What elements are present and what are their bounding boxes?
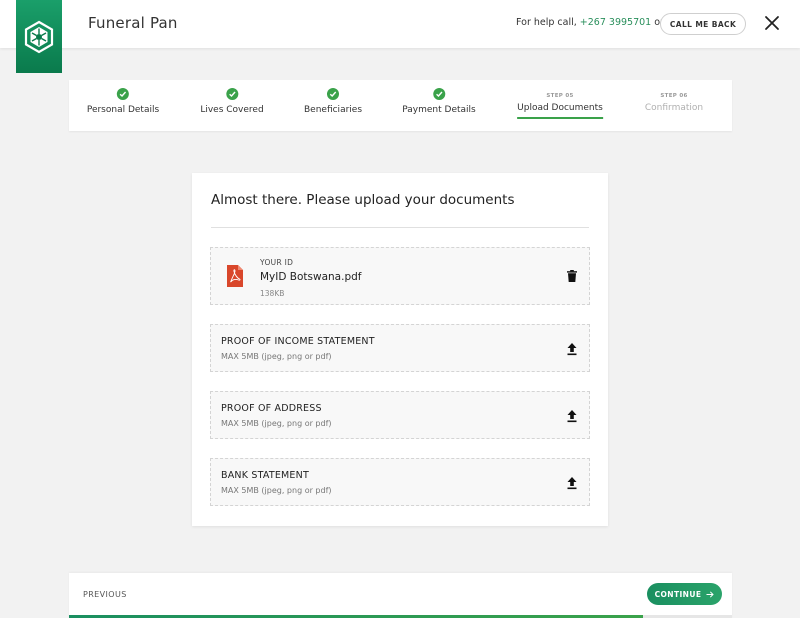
upload-documents-card: Almost there. Please upload your documen… <box>192 173 608 526</box>
step-label: Upload Documents <box>517 103 603 113</box>
arrow-right-icon <box>706 590 715 598</box>
step-label: Payment Details <box>402 105 476 115</box>
step-label: Personal Details <box>86 105 160 115</box>
close-icon[interactable] <box>764 15 780 31</box>
call-me-back-button[interactable]: CALL ME BACK <box>660 13 746 35</box>
upload-icon[interactable] <box>566 342 578 356</box>
upload-bank-statement[interactable]: BANK STATEMENT MAX 5MB (jpeg, png or pdf… <box>210 458 590 506</box>
step-lives-covered[interactable]: Lives Covered <box>200 80 264 131</box>
document-label: PROOF OF ADDRESS <box>221 403 322 414</box>
page-title: Funeral Pan <box>88 14 178 32</box>
step-beneficiaries[interactable]: Beneficiaries <box>304 80 362 131</box>
step-payment-details[interactable]: Payment Details <box>402 80 476 131</box>
step-personal-details[interactable]: Personal Details <box>87 80 159 131</box>
divider <box>211 227 589 228</box>
upload-icon[interactable] <box>566 409 578 423</box>
step-label: Lives Covered <box>200 105 264 115</box>
logo-icon[interactable] <box>16 0 62 73</box>
help-line: For help call, +267 3995701 or <box>516 17 664 28</box>
step-label: Beneficiaries <box>303 105 363 115</box>
check-icon <box>433 88 445 100</box>
document-hint: MAX 5MB (jpeg, png or pdf) <box>221 486 332 495</box>
check-icon <box>116 88 129 100</box>
document-label: PROOF OF INCOME STATEMENT <box>221 336 375 347</box>
card-title: Almost there. Please upload your documen… <box>211 192 515 208</box>
check-icon <box>226 88 238 100</box>
step-upload-documents[interactable]: STEP 05 Upload Documents <box>517 80 603 131</box>
step-confirmation: STEP 06 Confirmation <box>645 80 703 131</box>
uploaded-file-size: 138KB <box>260 289 285 298</box>
active-step-underline <box>517 117 603 119</box>
continue-label: CONTINUE <box>654 589 702 599</box>
check-icon <box>326 88 339 100</box>
help-phone-link[interactable]: +267 3995701 <box>580 17 651 28</box>
step-label: Confirmation <box>644 103 704 113</box>
progress-stepper: Personal Details Lives Covered Beneficia… <box>69 80 732 131</box>
help-text: For help call, <box>516 17 577 28</box>
document-hint: MAX 5MB (jpeg, png or pdf) <box>221 352 332 361</box>
step-number: STEP 06 <box>660 93 688 99</box>
previous-button[interactable]: PREVIOUS <box>83 590 127 599</box>
footer-bar: PREVIOUS CONTINUE <box>69 573 732 618</box>
document-label: BANK STATEMENT <box>221 470 309 481</box>
pdf-icon <box>227 265 243 287</box>
upload-proof-of-address[interactable]: PROOF OF ADDRESS MAX 5MB (jpeg, png or p… <box>210 391 590 439</box>
continue-button[interactable]: CONTINUE <box>647 583 722 605</box>
document-type-label: YOUR ID <box>260 258 294 267</box>
step-number: STEP 05 <box>546 93 574 99</box>
document-hint: MAX 5MB (jpeg, png or pdf) <box>221 419 332 428</box>
trash-icon[interactable] <box>567 270 577 282</box>
upload-icon[interactable] <box>566 476 578 490</box>
uploaded-id-document: YOUR ID MyID Botswana.pdf 138KB <box>210 247 590 305</box>
top-header: Funeral Pan For help call, +267 3995701 … <box>0 0 800 48</box>
uploaded-file-name: MyID Botswana.pdf <box>260 271 362 283</box>
upload-proof-of-income[interactable]: PROOF OF INCOME STATEMENT MAX 5MB (jpeg,… <box>210 324 590 372</box>
